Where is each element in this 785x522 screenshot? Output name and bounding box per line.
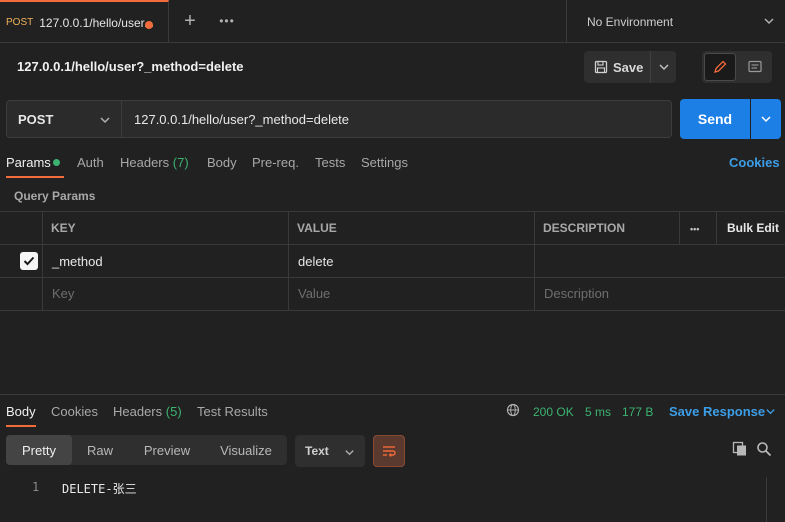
chevron-down-icon [100, 117, 110, 124]
table-divider [0, 244, 785, 245]
column-divider [679, 211, 680, 244]
new-tab-plus-icon[interactable]: + [180, 11, 200, 31]
environment-label: No Environment [587, 14, 674, 29]
response-tab-headers[interactable]: Headers (5) [113, 404, 182, 419]
column-options-icon[interactable]: ••• [690, 224, 699, 234]
globe-icon[interactable] [506, 403, 520, 417]
save-dropdown[interactable] [651, 51, 676, 83]
table-divider [0, 211, 785, 212]
new-description-input[interactable]: Description [544, 286, 609, 301]
param-key-cell[interactable]: _method [52, 254, 103, 269]
format-value: Text [305, 444, 329, 458]
search-icon[interactable] [756, 441, 772, 457]
method-select[interactable]: POST [6, 100, 122, 138]
column-header-description: DESCRIPTION [543, 221, 626, 235]
column-divider [288, 211, 289, 311]
column-divider [534, 211, 535, 311]
headers-count: (7) [172, 155, 189, 170]
column-header-value: VALUE [297, 221, 337, 235]
save-disk-icon [594, 60, 608, 74]
wrap-lines-button[interactable] [373, 435, 405, 467]
checkmark-icon [23, 256, 35, 266]
tab-settings[interactable]: Settings [361, 155, 408, 170]
response-time[interactable]: 5 ms [585, 405, 611, 419]
line-number: 1 [32, 480, 40, 494]
view-pretty-button[interactable]: Pretty [6, 435, 72, 465]
response-headers-label: Headers [113, 404, 163, 419]
wrap-lines-icon [383, 446, 396, 457]
view-visualize-button[interactable]: Visualize [208, 435, 284, 465]
response-body-line[interactable]: DELETE-张三 [62, 480, 137, 497]
request-title[interactable]: 127.0.0.1/hello/user?_method=delete [17, 59, 244, 74]
save-label: Save [613, 59, 644, 75]
response-tab-test-results[interactable]: Test Results [197, 404, 268, 419]
param-value-cell[interactable]: delete [298, 254, 333, 269]
response-tab-body[interactable]: Body [6, 404, 36, 419]
more-tabs-icon[interactable]: ••• [218, 12, 236, 30]
response-size[interactable]: 177 B [622, 405, 653, 419]
url-input[interactable]: 127.0.0.1/hello/user?_method=delete [121, 100, 672, 138]
params-active-dot-icon [53, 159, 60, 166]
save-response-button[interactable]: Save Response [669, 404, 765, 419]
request-tab[interactable]: POST 127.0.0.1/hello/user... [0, 0, 169, 43]
column-divider [716, 211, 717, 244]
response-scrollbar[interactable] [766, 477, 785, 522]
tab-params[interactable]: Params [6, 155, 51, 170]
status-code[interactable]: 200 OK [533, 405, 574, 419]
chevron-down-icon [761, 116, 771, 123]
chevron-down-icon [658, 64, 669, 71]
new-value-input[interactable]: Value [298, 286, 330, 301]
environment-selector[interactable]: No Environment [566, 0, 785, 43]
response-tab-cookies[interactable]: Cookies [51, 404, 98, 419]
comment-icon [748, 60, 762, 73]
send-button[interactable]: Send [680, 99, 750, 139]
unsaved-dot-icon [145, 21, 153, 29]
response-divider[interactable] [0, 394, 785, 395]
chevron-down-icon[interactable] [765, 406, 776, 417]
view-preview-button[interactable]: Preview [132, 435, 202, 465]
url-value: 127.0.0.1/hello/user?_method=delete [134, 111, 350, 127]
tab-body[interactable]: Body [207, 155, 237, 170]
tab-title: 127.0.0.1/hello/user... [39, 15, 154, 30]
comments-button[interactable] [740, 53, 770, 81]
bulk-edit-button[interactable]: Bulk Edit [727, 221, 779, 235]
pencil-icon [714, 60, 727, 73]
method-value: POST [18, 111, 54, 127]
chevron-down-icon [764, 18, 774, 25]
chevron-down-icon [345, 450, 354, 456]
tab-prereq[interactable]: Pre-req. [252, 155, 299, 170]
response-headers-count: (5) [165, 404, 182, 419]
param-enabled-checkbox[interactable] [20, 252, 38, 270]
cookies-link[interactable]: Cookies [729, 155, 780, 170]
query-params-label: Query Params [14, 189, 96, 203]
save-button[interactable]: Save [584, 51, 651, 83]
copy-icon[interactable] [732, 441, 748, 457]
tab-headers[interactable]: Headers (7) [120, 155, 189, 170]
column-header-key: KEY [51, 221, 76, 235]
format-select[interactable]: Text [295, 435, 365, 467]
new-key-input[interactable]: Key [52, 286, 74, 301]
table-divider [0, 310, 785, 311]
send-dropdown[interactable] [751, 99, 781, 139]
body-underline [6, 425, 36, 427]
view-raw-button[interactable]: Raw [76, 435, 124, 465]
tab-tests[interactable]: Tests [315, 155, 345, 170]
column-divider [42, 211, 43, 311]
tab-method: POST [6, 17, 34, 28]
params-underline [6, 176, 64, 178]
tab-auth[interactable]: Auth [77, 155, 104, 170]
save-button-group: Save [584, 51, 676, 83]
tab-headers-label: Headers [120, 155, 170, 170]
edit-mode-button[interactable] [704, 53, 736, 81]
table-divider [0, 277, 785, 278]
